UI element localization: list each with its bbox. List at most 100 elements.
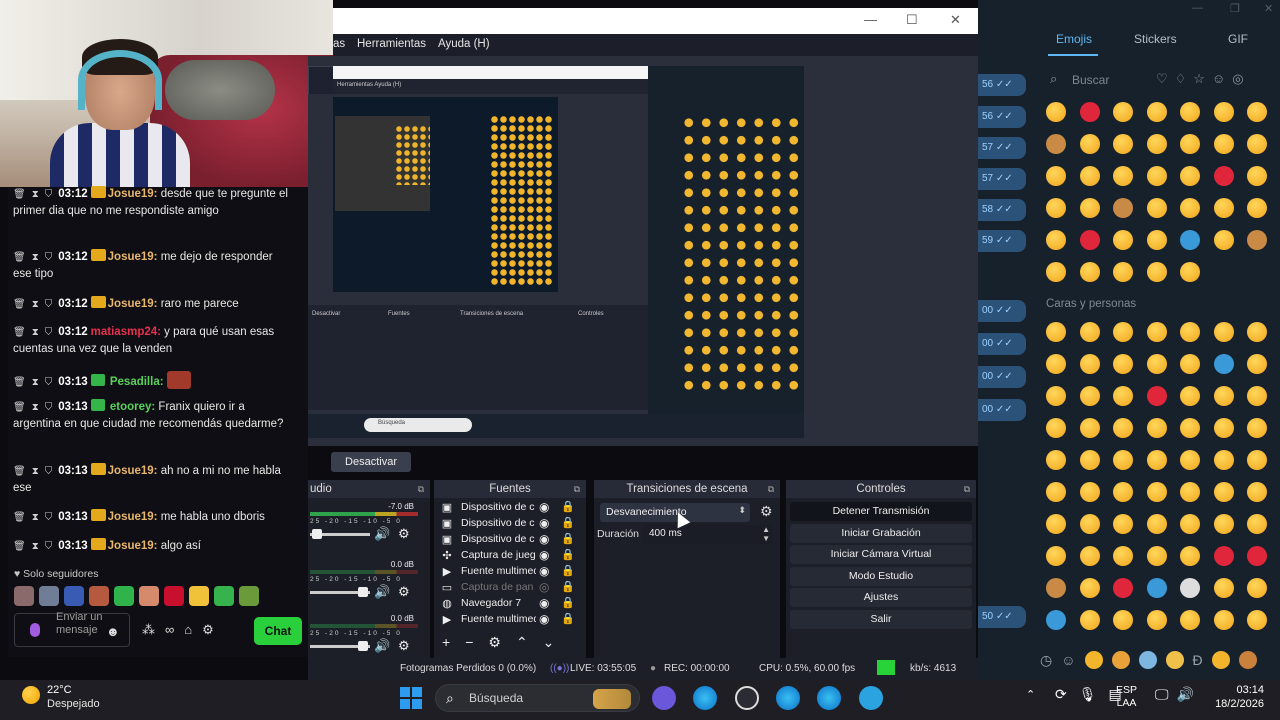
visibility-eye-icon[interactable]: ◉	[539, 596, 549, 610]
tab-gif[interactable]: GIF	[1228, 32, 1248, 46]
emoji-icon[interactable]	[1146, 134, 1167, 154]
chat-username[interactable]: Josue19:	[108, 540, 158, 552]
emoji-icon[interactable]	[1146, 198, 1167, 218]
volume-icon[interactable]: 🔊	[1177, 686, 1194, 703]
clock-date[interactable]: 18/2/2026	[1210, 698, 1264, 710]
emoji-icon[interactable]	[1113, 166, 1133, 186]
emoji-icon[interactable]	[1046, 482, 1066, 502]
emoji-icon[interactable]	[1146, 450, 1167, 470]
emoji-icon[interactable]	[1213, 418, 1234, 438]
emoji-icon[interactable]	[1079, 102, 1100, 122]
tab-emojis[interactable]: Emojis	[1056, 32, 1092, 46]
emoji-icon[interactable]	[1180, 230, 1200, 250]
emote-icon[interactable]	[64, 586, 84, 606]
emoji-icon[interactable]	[1079, 198, 1100, 218]
timeout-icon[interactable]: ⧗	[32, 402, 39, 413]
emoji-icon[interactable]	[1113, 386, 1133, 406]
emoji-search-input[interactable]: Buscar	[1072, 73, 1109, 87]
timeout-icon[interactable]: ⧗	[32, 252, 39, 263]
emoji-icon[interactable]	[1113, 482, 1133, 502]
gear-icon[interactable]: ⚙	[398, 638, 410, 654]
trash-icon[interactable]: 🗑	[13, 189, 26, 200]
emote-icon[interactable]	[14, 586, 34, 606]
start-recording-button[interactable]: Iniciar Grabación	[790, 524, 972, 543]
lock-icon[interactable]: 🔒	[561, 516, 575, 529]
emoji-icon[interactable]	[1046, 386, 1066, 406]
network-icon[interactable]: 🖵	[1155, 686, 1169, 703]
gear-icon[interactable]: ⚙	[488, 634, 501, 651]
emoji-icon[interactable]	[1146, 102, 1167, 122]
microphone-icon[interactable]: 🎙	[1079, 686, 1097, 703]
emoji-icon[interactable]	[1180, 546, 1200, 566]
chat-username[interactable]: matiasmp24:	[91, 326, 161, 338]
trash-icon[interactable]: 🗑	[13, 466, 26, 477]
source-item[interactable]: ▭ Captura de pan ◎ 🔒	[440, 580, 585, 596]
chat-username[interactable]: Josue19:	[108, 188, 158, 200]
lock-icon[interactable]: 🔒	[561, 596, 575, 609]
dots-icon[interactable]: ⁂	[142, 622, 155, 638]
emoji-icon[interactable]	[1113, 578, 1133, 598]
visibility-eye-icon[interactable]: ◉	[539, 564, 549, 578]
trash-icon[interactable]: 🗑	[13, 377, 26, 388]
lock-icon[interactable]: 🔒	[561, 580, 575, 593]
emoji-icon[interactable]	[1213, 386, 1234, 406]
emoji-icon[interactable]	[1247, 354, 1267, 374]
settings-button[interactable]: Ajustes	[790, 588, 972, 607]
windows-start-icon[interactable]	[400, 687, 422, 709]
emoji-icon[interactable]	[1113, 418, 1133, 438]
store-icon[interactable]: ⌂	[184, 622, 192, 638]
trash-icon[interactable]: 🗑	[13, 327, 26, 338]
emoji-category-icons[interactable]: ♡♢☆☺◎	[1156, 71, 1251, 87]
visibility-eye-icon[interactable]: ◉	[539, 500, 549, 514]
menu-help[interactable]: Ayuda (H)	[438, 38, 490, 50]
settings-icon[interactable]: ⚙	[202, 622, 214, 638]
emoji-icon[interactable]	[1180, 578, 1200, 598]
emote-icon[interactable]	[189, 586, 209, 606]
timeout-icon[interactable]: ⧗	[32, 512, 39, 523]
shield-icon[interactable]: ⛉	[45, 377, 53, 388]
visibility-eye-icon[interactable]: ◉	[539, 548, 549, 562]
category-emoji-icon[interactable]	[1084, 651, 1103, 669]
emoji-icon[interactable]	[1046, 354, 1066, 374]
emoji-icon[interactable]	[1113, 514, 1133, 534]
trash-icon[interactable]: 🗑	[13, 402, 26, 413]
source-item[interactable]: ▣ Dispositivo de c ◉ 🔒	[440, 516, 585, 532]
emoji-icon[interactable]	[1146, 262, 1167, 282]
chat-username[interactable]: Pesadilla:	[110, 376, 164, 388]
shield-icon[interactable]: ⛉	[45, 189, 53, 200]
emoji-icon[interactable]	[1146, 386, 1167, 406]
timeout-icon[interactable]: ⧗	[32, 377, 39, 388]
dock-popout-icon[interactable]: ⧉	[964, 480, 970, 498]
menu-tools[interactable]: Herramientas	[357, 38, 426, 50]
emoji-icon[interactable]	[1180, 134, 1200, 154]
emoji-icon[interactable]	[1079, 134, 1100, 154]
trash-icon[interactable]: 🗑	[13, 541, 26, 552]
timeout-icon[interactable]: ⧗	[32, 466, 39, 477]
emoji-icon[interactable]	[1046, 134, 1066, 154]
translate-icon[interactable]: Ɖ	[1193, 652, 1203, 668]
emoji-icon[interactable]	[1180, 354, 1200, 374]
emoji-icon[interactable]	[1247, 322, 1267, 342]
emoji-icon[interactable]	[1079, 230, 1100, 250]
minimize-icon[interactable]: —	[1192, 2, 1203, 14]
menu-view-partial[interactable]: as	[333, 38, 345, 50]
emoji-icon[interactable]	[1213, 610, 1234, 630]
emoji-icon[interactable]	[1146, 514, 1167, 534]
emoji-icon[interactable]	[1213, 482, 1234, 502]
emoji-icon[interactable]	[1046, 450, 1066, 470]
emoji-icon[interactable]	[1146, 482, 1167, 502]
gear-icon[interactable]: ⚙	[398, 584, 410, 600]
studio-mode-button[interactable]: Modo Estudio	[790, 567, 972, 586]
emoji-icon[interactable]	[1247, 610, 1267, 630]
source-item[interactable]: ◍ Navegador 7 ◉ 🔒	[440, 596, 585, 612]
speaker-icon[interactable]: 🔊	[374, 638, 390, 654]
emote-icon[interactable]	[114, 586, 134, 606]
emoji-icon[interactable]	[1046, 322, 1066, 342]
emoji-icon[interactable]	[1046, 546, 1066, 566]
emoji-icon[interactable]	[1079, 322, 1100, 342]
emoji-icon[interactable]	[1079, 262, 1100, 282]
dock-popout-icon[interactable]: ⧉	[418, 480, 424, 498]
chat-send-button[interactable]: Chat	[254, 617, 302, 645]
visibility-eye-icon[interactable]: ◉	[539, 612, 549, 626]
shield-icon[interactable]: ⛉	[45, 327, 53, 338]
